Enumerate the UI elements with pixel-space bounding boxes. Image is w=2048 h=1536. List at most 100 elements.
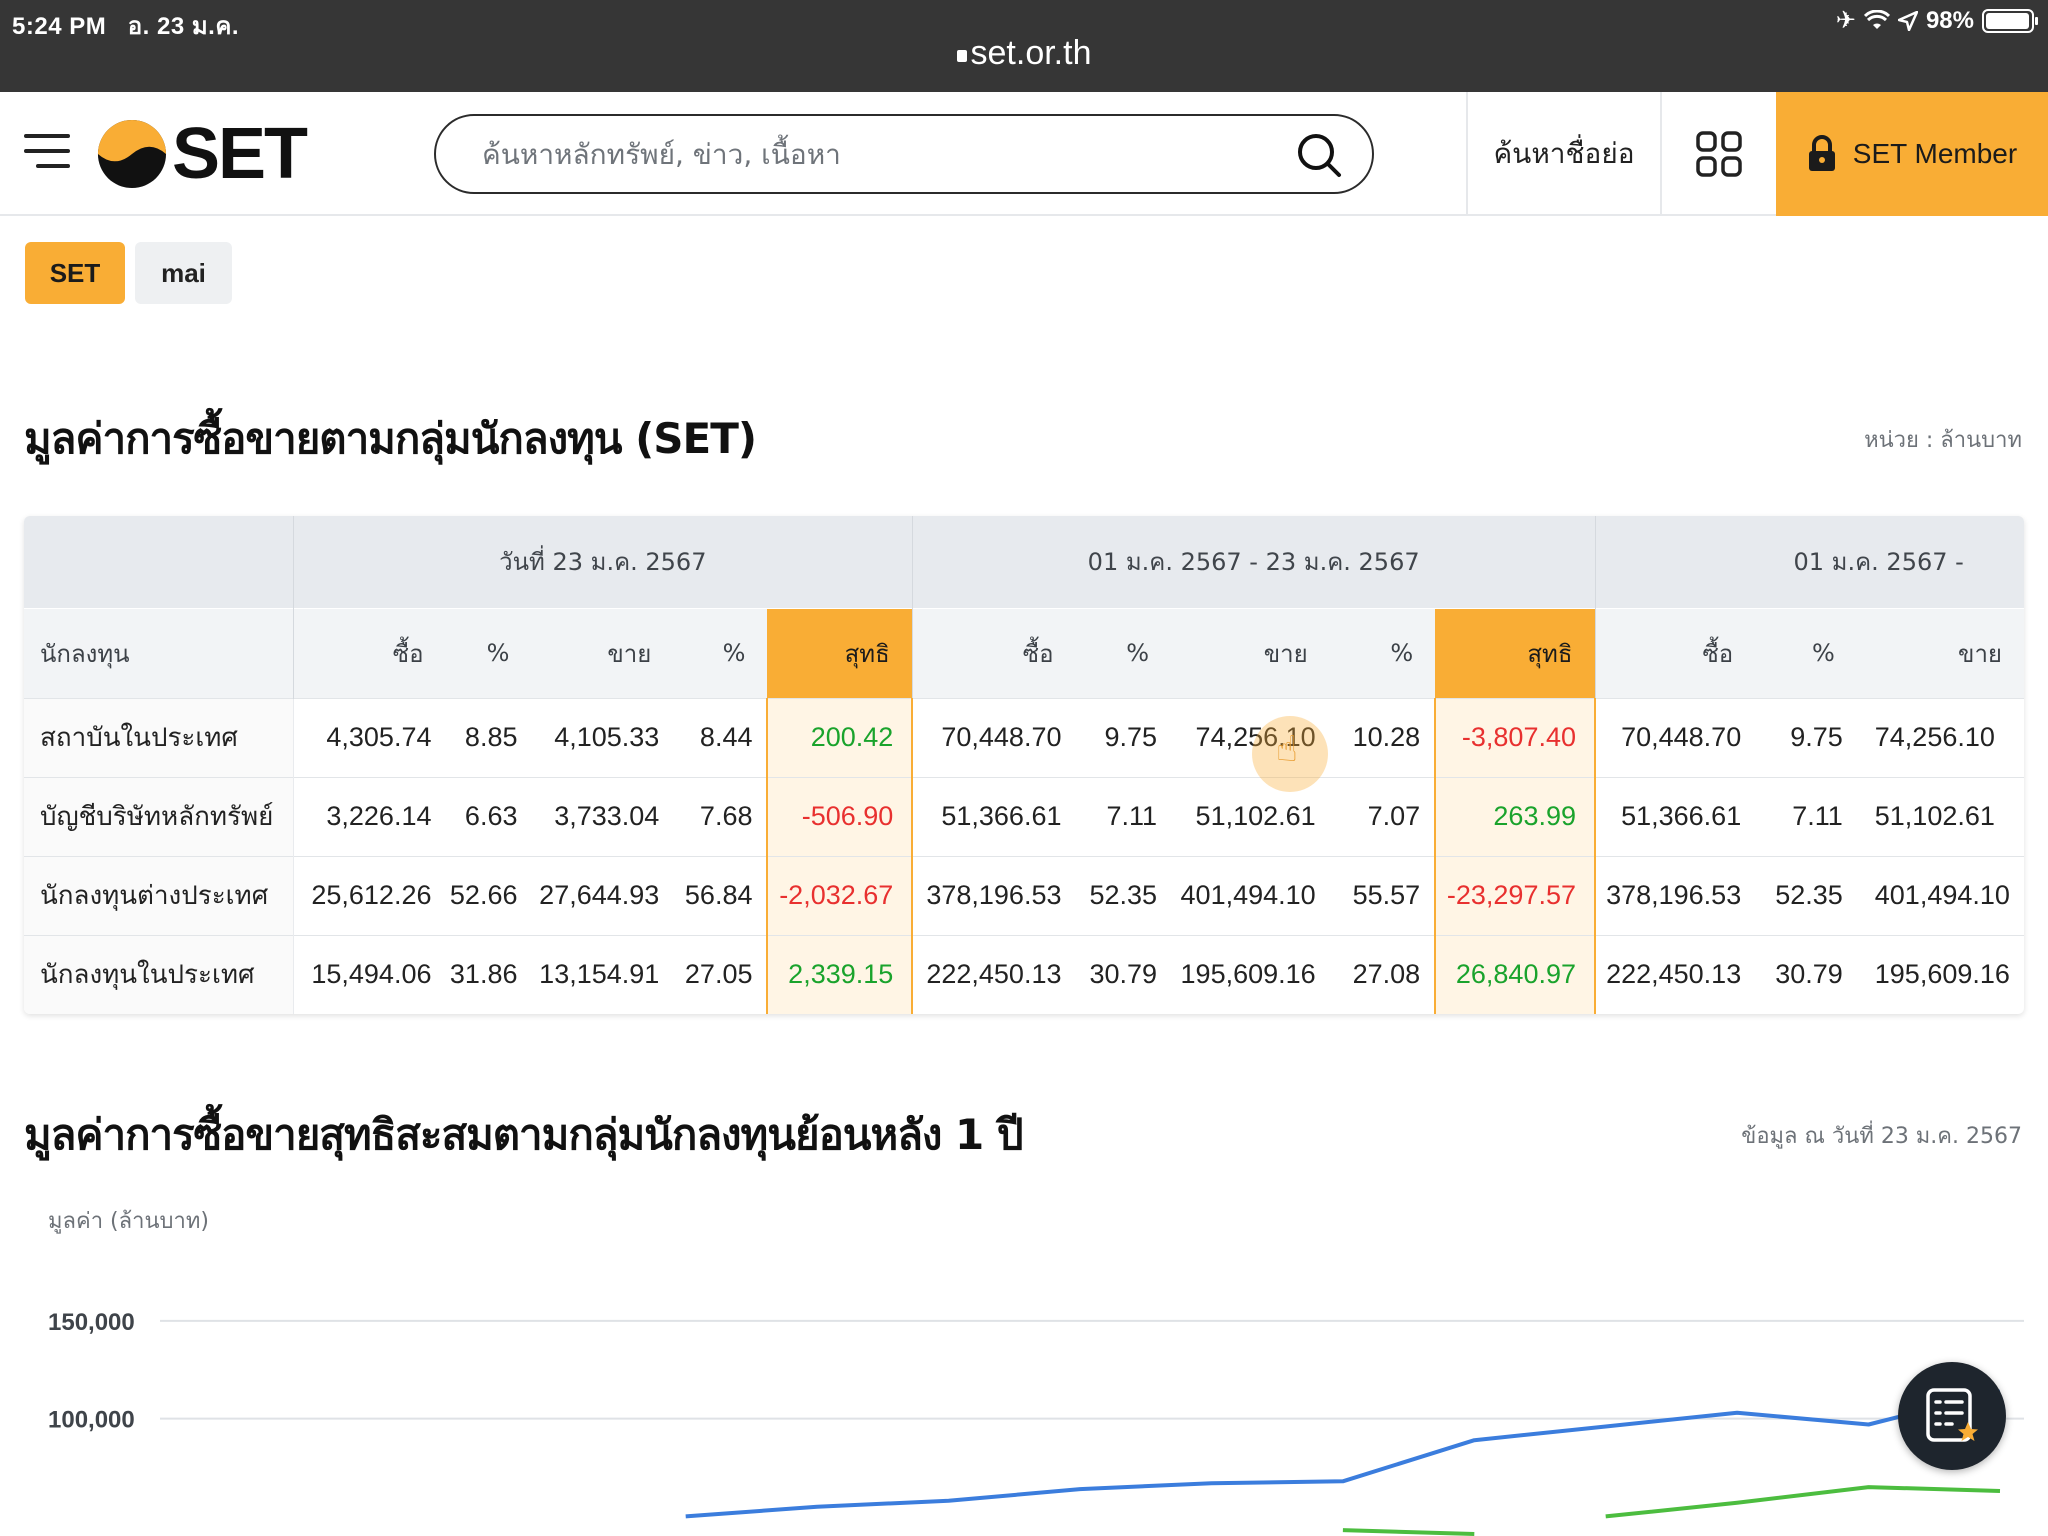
cell-year-buy-pct: 9.75	[1755, 697, 1857, 777]
set-logo[interactable]: SET	[96, 114, 308, 194]
cell-day-net: 200.42	[766, 697, 914, 777]
cell-day-sell-pct: 56.84	[673, 855, 768, 935]
watchlist-icon	[1926, 1388, 1978, 1442]
search-input[interactable]	[482, 134, 1262, 174]
set-member-label: SET Member	[1852, 138, 2018, 169]
cell-month-sell: 51,102.61	[1171, 776, 1330, 856]
lock-icon	[1808, 135, 1835, 171]
tab-mai[interactable]: mai	[135, 242, 232, 304]
cell-month-net: 263.99	[1434, 776, 1596, 856]
col-year-buy[interactable]: ซื้อ	[1594, 607, 1756, 698]
location-icon	[1897, 10, 1918, 31]
cell-year-buy: 222,450.13	[1595, 934, 1756, 1014]
period-header-row: วันที่ 23 ม.ค. 2567 01 ม.ค. 2567 - 23 ม.…	[24, 516, 2024, 608]
search-box[interactable]	[434, 114, 1374, 194]
set-logo-mark	[97, 119, 167, 189]
chart-y-tick-label: 100,000	[48, 1407, 135, 1434]
col-month-sell[interactable]: ขาย	[1171, 607, 1330, 698]
cell-day-buy-pct: 6.63	[445, 776, 532, 856]
investor-name: นักลงทุนต่างประเทศ	[24, 855, 294, 935]
cell-year-buy-pct: 7.11	[1755, 776, 1857, 856]
grid-icon	[1696, 131, 1742, 177]
symbol-search-link[interactable]: ค้นหาชื่อย่อ	[1466, 92, 1660, 216]
chart-y-tick-label: 150,000	[48, 1309, 135, 1336]
cell-year-sell: 51,102.61	[1856, 776, 2024, 856]
period-header-empty	[24, 516, 294, 608]
col-investor: นักลงทุน	[24, 607, 294, 698]
cell-day-sell-pct: 8.44	[673, 697, 768, 777]
data-date-note: ข้อมูล ณ วันที่ 23 ม.ค. 2567	[1741, 1124, 2022, 1149]
cell-month-buy: 70,448.70	[912, 697, 1076, 777]
cell-month-buy: 222,450.13	[912, 934, 1076, 1014]
col-day-sell-pct[interactable]: %	[673, 607, 768, 698]
cell-year-buy-pct: 52.35	[1755, 855, 1857, 935]
cell-day-buy-pct: 8.85	[445, 697, 532, 777]
url-text: set.or.th	[970, 34, 1092, 72]
cell-month-buy-pct: 30.79	[1075, 934, 1172, 1014]
cell-month-buy-pct: 52.35	[1075, 855, 1172, 935]
cell-day-net: 2,339.15	[766, 934, 914, 1014]
cell-month-sell-pct: 27.08	[1329, 934, 1436, 1014]
cell-month-sell: 401,494.10	[1171, 855, 1330, 935]
cell-month-sell: 195,609.16	[1171, 934, 1330, 1014]
investor-trading-table[interactable]: วันที่ 23 ม.ค. 2567 01 ม.ค. 2567 - 23 ม.…	[24, 516, 2024, 1014]
investor-name: สถาบันในประเทศ	[24, 697, 294, 777]
apps-button[interactable]	[1660, 92, 1776, 216]
chart-series-line-2[interactable]	[1605, 1485, 2001, 1519]
cell-month-net: 26,840.97	[1434, 934, 1596, 1014]
cell-day-sell-pct: 7.68	[673, 776, 768, 856]
cell-year-buy: 51,366.61	[1595, 776, 1756, 856]
hamburger-icon[interactable]	[24, 132, 70, 170]
cell-day-buy: 25,612.26	[292, 855, 446, 935]
cell-day-sell-pct: 27.05	[673, 934, 768, 1014]
address-bar[interactable]: set.or.th	[0, 34, 2048, 73]
cell-year-buy-pct: 30.79	[1755, 934, 1857, 1014]
col-month-sell-pct[interactable]: %	[1329, 607, 1436, 698]
col-day-buy[interactable]: ซื้อ	[292, 607, 446, 698]
cell-day-buy: 4,305.74	[292, 697, 446, 777]
investor-name: นักลงทุนในประเทศ	[24, 934, 294, 1014]
col-month-buy[interactable]: ซื้อ	[911, 607, 1076, 698]
cell-day-buy: 3,226.14	[292, 776, 446, 856]
cell-day-buy: 15,494.06	[292, 934, 446, 1014]
table-row: นักลงทุนในประเทศ 15,494.06 31.86 13,154.…	[24, 934, 2024, 1014]
cell-month-buy-pct: 9.75	[1075, 697, 1172, 777]
set-member-button[interactable]: SET Member	[1776, 92, 2048, 216]
chart-y-axis-label: มูลค่า (ล้านบาท)	[48, 1209, 209, 1234]
table-row: สถาบันในประเทศ 4,305.74 8.85 4,105.33 8.…	[24, 697, 2024, 777]
cell-year-sell: 74,256.10	[1856, 697, 2024, 777]
search-icon[interactable]	[1296, 132, 1342, 178]
cumulative-net-chart[interactable]: มูลค่า (ล้านบาท) 150,000 100,000	[0, 1190, 2048, 1536]
chart-series-line-extra-1[interactable]	[1342, 1528, 1475, 1536]
period-header-year: 01 ม.ค. 2567 -	[1594, 516, 2024, 608]
unit-note: หน่วย : ล้านบาท	[1864, 428, 2022, 453]
cell-day-buy-pct: 52.66	[445, 855, 532, 935]
col-year-buy-pct[interactable]: %	[1755, 607, 1857, 698]
cell-day-sell: 27,644.93	[531, 855, 674, 935]
col-month-net[interactable]: สุทธิ	[1435, 607, 1595, 698]
logo-text: SET	[171, 114, 308, 194]
col-day-net[interactable]: สุทธิ	[767, 607, 913, 698]
cell-year-buy: 378,196.53	[1595, 855, 1756, 935]
tab-set[interactable]: SET	[25, 242, 125, 304]
cell-year-sell: 401,494.10	[1856, 855, 2024, 935]
trading-section-title: มูลค่าการซื้อขายตามกลุ่มนักลงทุน (SET)	[24, 414, 757, 463]
lock-icon	[956, 50, 967, 62]
hand-pointer-icon: ☝	[1276, 728, 1298, 769]
table-row: บัญชีบริษัทหลักทรัพย์ 3,226.14 6.63 3,73…	[24, 776, 2024, 856]
site-header: SET ค้นหาชื่อย่อ SET Member	[0, 92, 2048, 216]
cell-month-buy: 51,366.61	[912, 776, 1076, 856]
cell-day-sell: 13,154.91	[531, 934, 674, 1014]
symbol-search-label: ค้นหาชื่อย่อ	[1493, 137, 1635, 170]
status-indicators: ✈ 98%	[1836, 6, 2038, 35]
col-day-sell[interactable]: ขาย	[531, 607, 674, 698]
chart-series-line-1[interactable]	[685, 1389, 2001, 1519]
cell-day-sell: 3,733.04	[531, 776, 674, 856]
watchlist-fab[interactable]	[1898, 1362, 2006, 1470]
investor-name: บัญชีบริษัทหลักทรัพย์	[24, 776, 294, 856]
col-day-buy-pct[interactable]: %	[445, 607, 532, 698]
cumulative-section-title: มูลค่าการซื้อขายสุทธิสะสมตามกลุ่มนักลงทุ…	[24, 1110, 1024, 1159]
col-month-buy-pct[interactable]: %	[1075, 607, 1172, 698]
col-year-sell[interactable]: ขาย	[1856, 607, 2024, 698]
cell-month-buy-pct: 7.11	[1075, 776, 1172, 856]
